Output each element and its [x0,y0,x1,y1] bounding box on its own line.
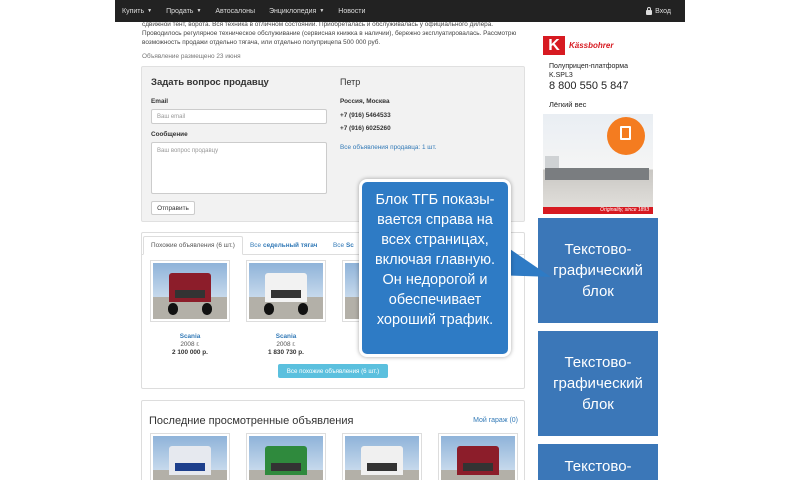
truck-photo [249,436,323,480]
ad-phone: 8 800 550 5 847 [549,80,629,92]
listing-brand[interactable]: Scania [246,333,326,340]
seller-name: Петр [340,77,361,87]
truck-photo [153,263,227,319]
recent-thumbnail [438,433,518,480]
listing-thumbnail [246,260,326,322]
callout-bubble: Блок ТГБ показы-вается справа на всех ст… [359,179,511,357]
fuel-badge-icon [607,117,645,155]
nav-encyclopedia[interactable]: Энциклопедия ▼ [262,0,331,22]
trailer-photo: Originality, since 1893 [543,114,653,214]
ask-seller-title: Задать вопрос продавцу [151,77,269,88]
ad-brand: Kässbohrer [569,41,614,50]
recent-thumbnail [246,433,326,480]
truck-photo [345,436,419,480]
ad-tagline: Лёгкий вес [549,100,587,109]
caret-down-icon: ▼ [319,8,325,14]
listing-brand[interactable]: Scania [150,333,230,340]
kassbohrer-banner-ad[interactable]: K Kässbohrer Полуприцеп-платформа K.SPL3… [543,34,653,214]
tgb-block[interactable]: Текстово- графический блок [538,331,658,436]
listing-price: 1 830 730 р. [268,349,304,356]
email-label: Email [151,98,169,105]
top-navbar: Купить ▼ Продать ▼ Автосалоны Энциклопедия… [115,0,685,22]
truck-photo [249,263,323,319]
tab-similar-listings[interactable]: Похожие объявления (6 шт.) [143,236,243,255]
caret-down-icon: ▼ [196,8,202,14]
truck-photo [153,436,227,480]
recent-card[interactable] [438,433,518,480]
seller-location: Россия, Москва [340,98,390,105]
listing-description: сдвижной тент, ворота. Вся техника в отл… [142,21,517,46]
nav-buy[interactable]: Купить ▼ [115,0,159,22]
nav-dealers[interactable]: Автосалоны [208,0,262,22]
kassbohrer-logo: K [543,36,565,55]
listing-year: 2008 г. [180,341,200,348]
message-textarea[interactable]: Ваш вопрос продавцу [151,142,327,194]
message-label: Сообщение [151,131,188,138]
tab-all-brand[interactable]: Все Sc [333,236,354,255]
seller-listings-link[interactable]: Все объявления продавца: 1 шт. [340,144,436,151]
lock-icon [646,6,653,15]
listing-thumbnail [150,260,230,322]
tgb-block[interactable]: Текстово- графический блок [538,218,658,323]
tgb-block[interactable]: Текстово- [538,444,658,480]
listing-card[interactable]: Scania 2008 г. 2 100 000 р. [150,260,230,356]
ad-product: Полуприцеп-платформа K.SPL3 [549,63,628,79]
all-similar-button[interactable]: Все похожие объявления (6 шт.) [278,364,388,378]
tab-all-tractors[interactable]: Все седельный тягач [250,236,317,255]
caret-down-icon: ▼ [147,8,153,14]
recently-viewed-title: Последние просмотренные объявления [149,415,354,427]
posted-date: Объявление размещено 23 июня [142,53,241,60]
listing-card[interactable]: Scania 2008 г. 1 830 730 р. [246,260,326,356]
recent-thumbnail [150,433,230,480]
email-field[interactable]: Ваш email [151,109,327,124]
recently-viewed-panel: Последние просмотренные объявления Мой г… [141,400,525,480]
seller-phone-1: +7 (916) 5464533 [340,112,391,119]
nav-news[interactable]: Новости [331,0,372,22]
listing-year: 2008 г. [276,341,296,348]
my-garage-link[interactable]: Мой гараж (0) [473,417,518,424]
nav-sell[interactable]: Продать ▼ [159,0,208,22]
send-button[interactable]: Отправить [151,201,195,215]
login-link[interactable]: Вход [639,0,678,22]
recent-thumbnail [342,433,422,480]
recent-card[interactable] [342,433,422,480]
recent-card[interactable] [150,433,230,480]
ad-slogan: Originality, since 1893 [543,207,653,214]
recent-card[interactable] [246,433,326,480]
truck-photo [441,436,515,480]
listing-price: 2 100 000 р. [172,349,208,356]
seller-phone-2: +7 (916) 6025260 [340,125,391,132]
